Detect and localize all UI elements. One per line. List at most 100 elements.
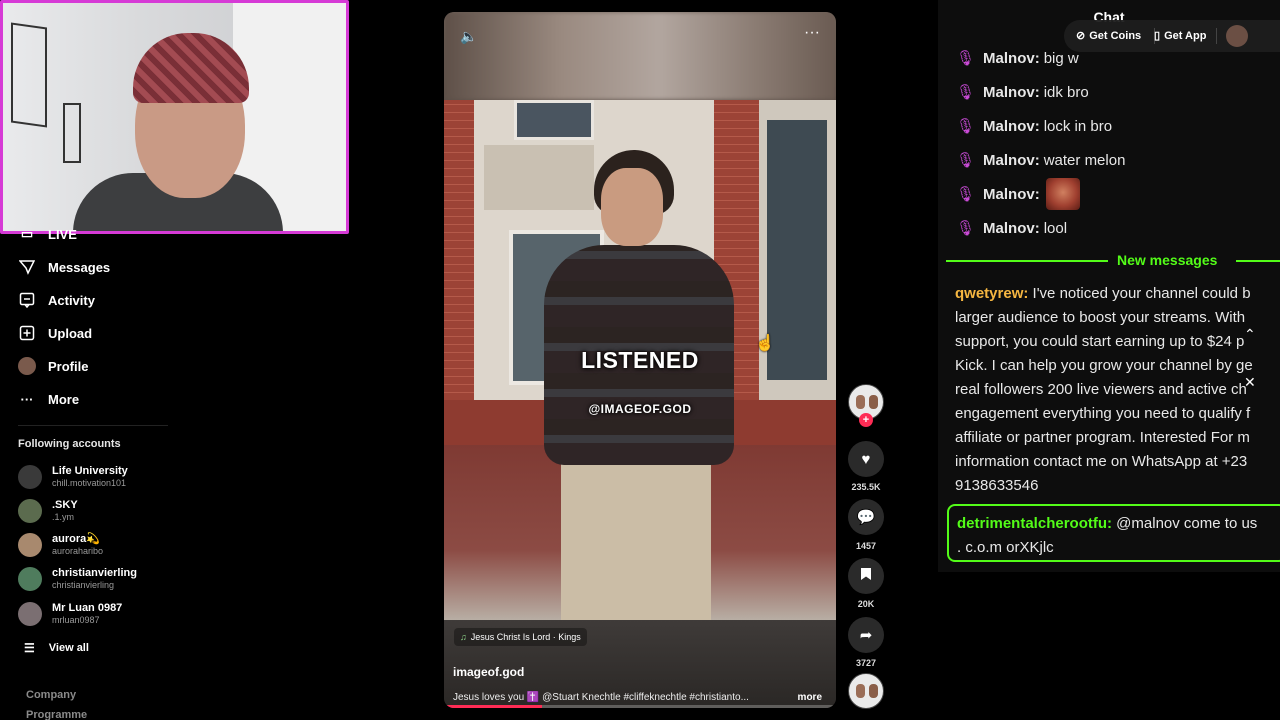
follow-plus-icon[interactable]: + <box>859 413 873 427</box>
chat-text: I've noticed your channel could b <box>1028 285 1251 302</box>
chat-message: 🎙 Malnov: lock in bro <box>956 114 1112 138</box>
comment-count: 1457 <box>855 541 877 551</box>
nav-more[interactable]: ··· More <box>18 387 80 411</box>
account-name: Life University <box>52 465 128 477</box>
caption-handle: @IMAGEOF.GOD <box>588 402 692 416</box>
caption-main: LISTENED <box>581 347 699 373</box>
nav-live[interactable]: ▭ LIVE <box>18 222 77 246</box>
avatar <box>18 465 42 489</box>
sound-avatar[interactable] <box>848 673 884 709</box>
activity-icon <box>18 291 36 309</box>
footer-link-company[interactable]: Company <box>26 689 76 701</box>
speaker <box>539 150 739 620</box>
chat-message: 🎙 Malnov: lool <box>956 216 1067 240</box>
get-app-label: Get App <box>1164 29 1207 42</box>
comment-button[interactable]: 💬 <box>848 499 884 535</box>
view-all-label: View all <box>48 642 89 654</box>
nav-activity[interactable]: Activity <box>18 288 95 312</box>
chat-username[interactable]: detrimentalcherootfu: <box>957 515 1112 532</box>
nav-label: Activity <box>48 292 95 308</box>
upload-icon <box>18 324 36 342</box>
account-handle: christianvierling <box>52 580 115 590</box>
user-avatar[interactable] <box>1226 25 1248 47</box>
volume-icon[interactable]: 🔈 <box>460 28 477 45</box>
coin-icon: ⊘ <box>1076 30 1086 42</box>
music-tag[interactable]: ♫ Jesus Christ Is Lord · Kings <box>454 628 587 646</box>
divider <box>1236 260 1280 262</box>
account-name: Mr Luan 0987 <box>52 602 123 614</box>
more-icon: ··· <box>20 391 34 407</box>
account-name: christianvierling <box>52 567 137 579</box>
chat-username[interactable]: qwetyrew: <box>955 285 1028 302</box>
webcam-overlay <box>0 0 349 234</box>
chat-message: 🎙 Malnov: idk bro <box>956 80 1089 104</box>
following-account[interactable]: .SKY .1.ym <box>18 499 78 523</box>
video-progress-bar[interactable] <box>444 705 836 708</box>
video-username[interactable]: imageof.god <box>453 665 524 679</box>
chat-text: lock in bro <box>1043 117 1113 135</box>
chat-username[interactable]: Malnov: <box>983 152 1040 169</box>
like-count: 235.5K <box>851 482 881 492</box>
like-button[interactable]: ♥ <box>848 441 884 477</box>
divider <box>946 260 1108 262</box>
chat-text: real followers 200 live viewers and acti… <box>955 381 1247 398</box>
phone-icon: ▯ <box>1154 30 1161 42</box>
avatar <box>18 567 42 591</box>
following-account[interactable]: christianvierling christianvierling <box>18 567 137 591</box>
nav-label: Profile <box>48 358 89 374</box>
account-name: .SKY <box>52 499 78 511</box>
chat-message-long: qwetyrew: I've noticed your channel coul… <box>955 282 1280 498</box>
collapse-icon[interactable]: ⌃ <box>1244 326 1256 343</box>
chat-username[interactable]: Malnov: <box>983 220 1040 237</box>
music-title: Jesus Christ Is Lord · Kings <box>470 632 581 642</box>
share-button[interactable]: ➦ <box>848 617 884 653</box>
following-account[interactable]: aurora💫 auroraharibo <box>18 533 103 557</box>
following-accounts-title: Following accounts <box>18 438 121 450</box>
chat-topbar: ⊘ Get Coins ▯ Get App <box>1064 20 1280 52</box>
chat-text: @malnov come to us <box>1112 515 1258 532</box>
chat-text: affiliate or partner program. Interested… <box>955 429 1250 446</box>
microphone-icon: 🎙 <box>956 84 976 101</box>
following-account[interactable]: Mr Luan 0987 mrluan0987 <box>18 602 122 626</box>
video-description: Jesus loves you ✝️ @Stuart Knechtle #cli… <box>453 692 749 703</box>
nav-profile[interactable]: Profile <box>18 354 88 378</box>
live-icon: ▭ <box>20 226 34 241</box>
chat-username[interactable]: Malnov: <box>983 84 1040 101</box>
following-account[interactable]: Life University chill.motivation101 <box>18 465 128 489</box>
microphone-icon: 🎙 <box>956 186 976 203</box>
chat-message: 🎙 Malnov: water melon <box>956 148 1125 172</box>
chat-username[interactable]: Malnov: <box>983 186 1040 203</box>
nav-label: LIVE <box>48 226 77 242</box>
chat-text: lool <box>1043 219 1068 237</box>
account-name: aurora💫 <box>52 533 100 545</box>
divider <box>18 425 168 426</box>
avatar <box>18 533 42 557</box>
video-player[interactable]: 🔈 ··· LISTENED @IMAGEOF.GOD ♫ Jesus Chri… <box>444 12 836 708</box>
more-options-icon[interactable]: ··· <box>804 24 820 42</box>
chat-message: 🎙 Malnov: <box>956 178 1080 210</box>
chat-text: support, you could start earning up to $… <box>955 333 1245 350</box>
share-count: 3727 <box>855 658 877 668</box>
share-icon: ➦ <box>859 627 873 644</box>
highlighted-chat-message: detrimentalcherootfu: @malnov come to us… <box>947 504 1280 562</box>
more-button[interactable]: more <box>798 692 822 703</box>
account-handle: mrluan0987 <box>52 615 100 625</box>
save-button[interactable] <box>848 558 884 594</box>
footer-link-programme[interactable]: Programme <box>26 709 87 720</box>
chat-text: engagement everything you need to qualif… <box>955 405 1251 422</box>
get-app-button[interactable]: ▯ Get App <box>1154 29 1207 43</box>
chat-username[interactable]: Malnov: <box>983 118 1040 135</box>
nav-messages[interactable]: Messages <box>18 255 110 279</box>
chat-username[interactable]: Malnov: <box>983 50 1040 67</box>
close-icon[interactable]: ✕ <box>1244 374 1256 391</box>
microphone-icon: 🎙 <box>956 118 976 135</box>
nav-upload[interactable]: Upload <box>18 321 92 345</box>
bookmark-icon <box>860 567 872 585</box>
chat-text: larger audience to boost your streams. W… <box>955 309 1246 326</box>
view-all-button[interactable]: ☰ View all <box>24 641 89 655</box>
emote-image <box>1045 178 1080 210</box>
divider <box>1216 28 1217 44</box>
get-coins-button[interactable]: ⊘ Get Coins <box>1076 29 1141 43</box>
chat-text: information contact me on WhatsApp at +2… <box>955 453 1248 470</box>
chat-text: big w <box>1043 49 1079 67</box>
